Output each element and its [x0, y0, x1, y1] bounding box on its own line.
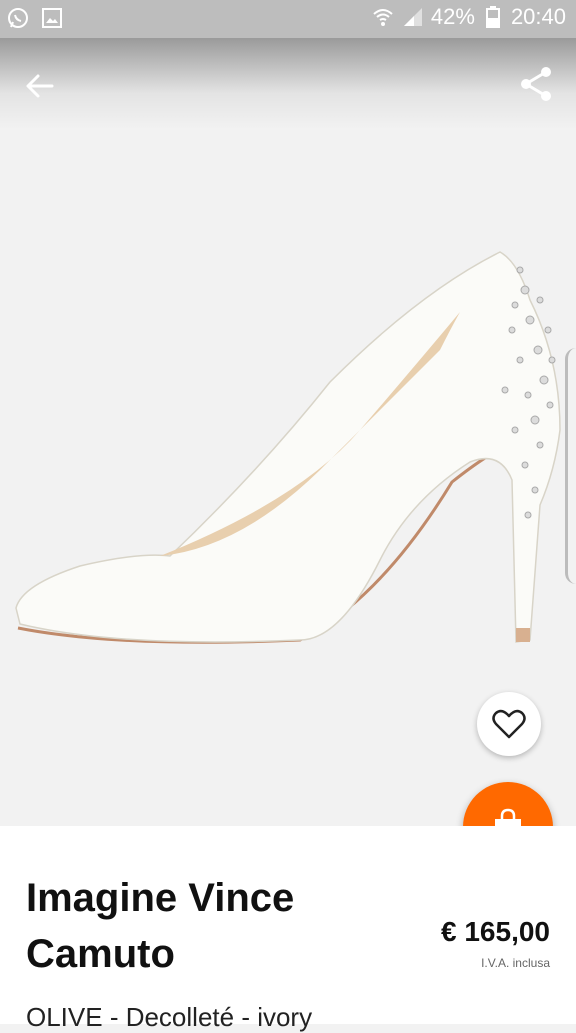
back-button[interactable]	[20, 66, 60, 106]
share-button[interactable]	[516, 64, 556, 104]
gallery-icon	[40, 6, 64, 30]
product-price: € 165,00	[441, 916, 550, 947]
vat-note: I.V.A. inclusa	[481, 956, 550, 970]
clock: 20:40	[510, 4, 566, 29]
heart-icon	[492, 709, 526, 739]
product-subtitle: OLIVE - Decolleté - ivory	[26, 1002, 313, 1032]
signal-icon	[401, 5, 425, 29]
scroll-indicator	[565, 348, 576, 584]
battery-percentage: 42%	[430, 4, 475, 29]
battery-icon	[481, 5, 505, 29]
arrow-left-icon	[26, 74, 54, 98]
whatsapp-icon	[6, 6, 30, 30]
product-info: Imagine Vince Camuto € 165,00 I.V.A. inc…	[0, 826, 576, 1032]
product-brand: Imagine Vince Camuto	[26, 876, 295, 976]
favorite-button[interactable]	[477, 692, 541, 756]
status-bar: 42% 20:40	[0, 0, 576, 38]
app-bar	[0, 38, 576, 130]
wifi-icon	[371, 5, 395, 29]
share-icon	[521, 67, 551, 101]
